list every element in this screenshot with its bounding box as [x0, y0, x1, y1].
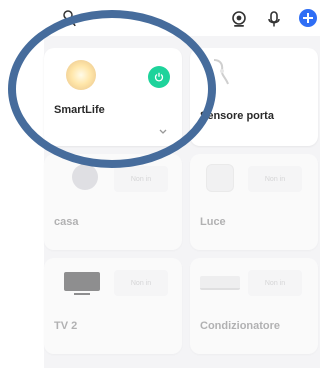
device-card-casa[interactable]: Non in casa	[44, 154, 182, 250]
add-device-icon[interactable]	[296, 6, 320, 30]
status-badge: Non in	[248, 166, 302, 192]
device-card-tv2[interactable]: Non in TV 2	[44, 258, 182, 354]
status-badge: Non in	[248, 270, 302, 296]
device-name: TV 2	[54, 320, 78, 332]
power-button[interactable]	[148, 66, 170, 88]
chevron-down-icon[interactable]	[158, 123, 168, 141]
device-card-luce[interactable]: Non in Luce	[190, 154, 318, 250]
microphone-icon[interactable]	[262, 7, 286, 31]
air-conditioner-icon	[200, 276, 240, 290]
device-name: Sensore porta	[200, 110, 274, 122]
device-card-sensore-porta[interactable]: Sensore porta	[190, 48, 318, 146]
device-card-condizionatore[interactable]: Non in Condizionatore	[190, 258, 318, 354]
light-switch-icon	[206, 164, 234, 192]
device-name: SmartLife	[54, 104, 105, 116]
profile-icon[interactable]	[56, 6, 80, 30]
door-sensor-icon	[213, 59, 229, 85]
device-card-smartlife[interactable]: SmartLife	[44, 48, 182, 146]
device-name: casa	[54, 216, 79, 228]
status-badge: Non in	[114, 166, 168, 192]
top-bar	[0, 0, 320, 36]
tv-icon	[64, 272, 100, 296]
status-badge: Non in	[114, 270, 168, 296]
power-icon	[154, 72, 164, 82]
device-name: Luce	[200, 216, 226, 228]
bulb-icon	[66, 60, 96, 90]
device-name: Condizionatore	[200, 320, 281, 332]
camera-icon[interactable]	[227, 7, 251, 31]
speaker-icon	[72, 164, 98, 190]
